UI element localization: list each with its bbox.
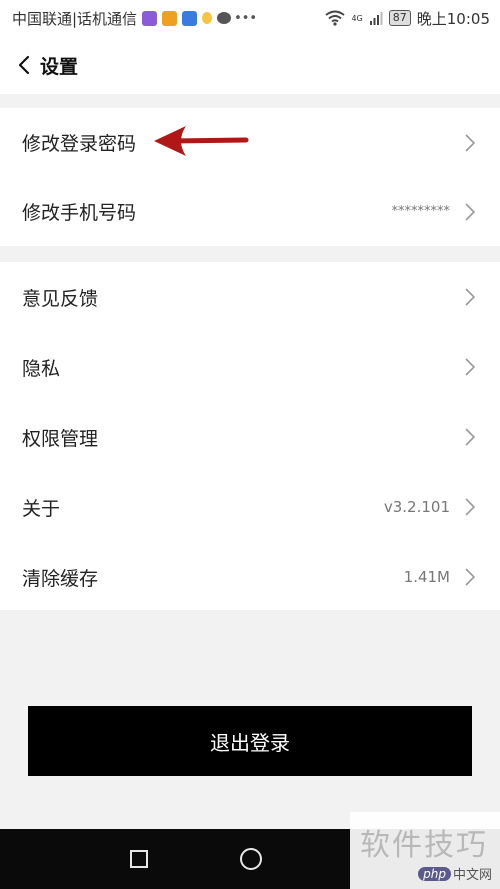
status-right: 4G 87 晚上10:05 [325,8,490,29]
row-label: 修改手机号码 [22,202,137,224]
nav-bar: 设置 [0,36,500,94]
row-label: 关于 [22,497,61,520]
row-label: 权限管理 [22,427,99,450]
watermark-logo-badge: php [418,866,451,881]
row-label: 意见反馈 [22,287,99,310]
clear-cache-row[interactable]: 清除缓存 1.41M [0,542,500,612]
chevron-right-icon [465,428,476,446]
carrier-label: 中国联通|话机通信 [12,9,138,28]
watermark: 软件技巧 php 中文网 [350,812,500,889]
watermark-logo: php 中文网 [418,864,492,883]
chevron-left-icon [18,55,30,75]
account-settings-group: 修改登录密码 修改手机号码 ********* [0,108,500,246]
app-notification-icon [202,12,213,24]
app-notification-icon [142,10,158,26]
status-left: 中国联通|话机通信 ••• [12,8,257,29]
version-value: v3.2.101 [383,498,450,516]
chat-bubble-icon [217,12,232,24]
annotation-arrow-icon [154,126,249,156]
network-type-label: 4G [351,13,363,23]
wifi-icon [325,10,346,26]
change-phone-row[interactable]: 修改手机号码 ********* [0,177,500,246]
masked-phone-value: ********* [391,204,451,219]
change-password-row[interactable]: 修改登录密码 [0,108,500,177]
logout-button[interactable]: 退出登录 [28,706,472,776]
about-row[interactable]: 关于 v3.2.101 [0,472,500,542]
watermark-logo-text: 中文网 [452,868,492,883]
watermark-text: 软件技巧 [360,828,488,863]
app-notification-icon [162,10,178,26]
home-icon[interactable] [240,848,262,870]
cache-size-value: 1.41M [403,568,450,586]
row-label: 清除缓存 [22,567,99,590]
chevron-right-icon [465,568,476,586]
back-button[interactable] [14,50,34,80]
chevron-right-icon [465,498,476,516]
status-bar: 中国联通|话机通信 ••• 4G 87 晚上10:05 [0,0,500,36]
general-settings-group: 意见反馈 隐私 权限管理 关于 v3.2.101 清除缓存 1.41M [0,262,500,610]
permissions-row[interactable]: 权限管理 [0,402,500,472]
chevron-right-icon [465,288,476,306]
page-title: 设置 [40,55,79,78]
row-label: 隐私 [22,357,61,380]
clock-label: 晚上10:05 [416,9,490,28]
feedback-row[interactable]: 意见反馈 [0,262,500,332]
row-label: 修改登录密码 [22,133,137,155]
recent-apps-icon[interactable] [130,850,148,868]
battery-indicator: 87 [388,10,411,26]
more-notifications-icon: ••• [234,10,258,26]
chevron-right-icon [465,202,476,221]
privacy-row[interactable]: 隐私 [0,332,500,402]
chevron-right-icon [465,133,476,152]
chevron-right-icon [465,358,476,376]
signal-icon [369,12,383,25]
app-notification-icon [182,10,198,26]
